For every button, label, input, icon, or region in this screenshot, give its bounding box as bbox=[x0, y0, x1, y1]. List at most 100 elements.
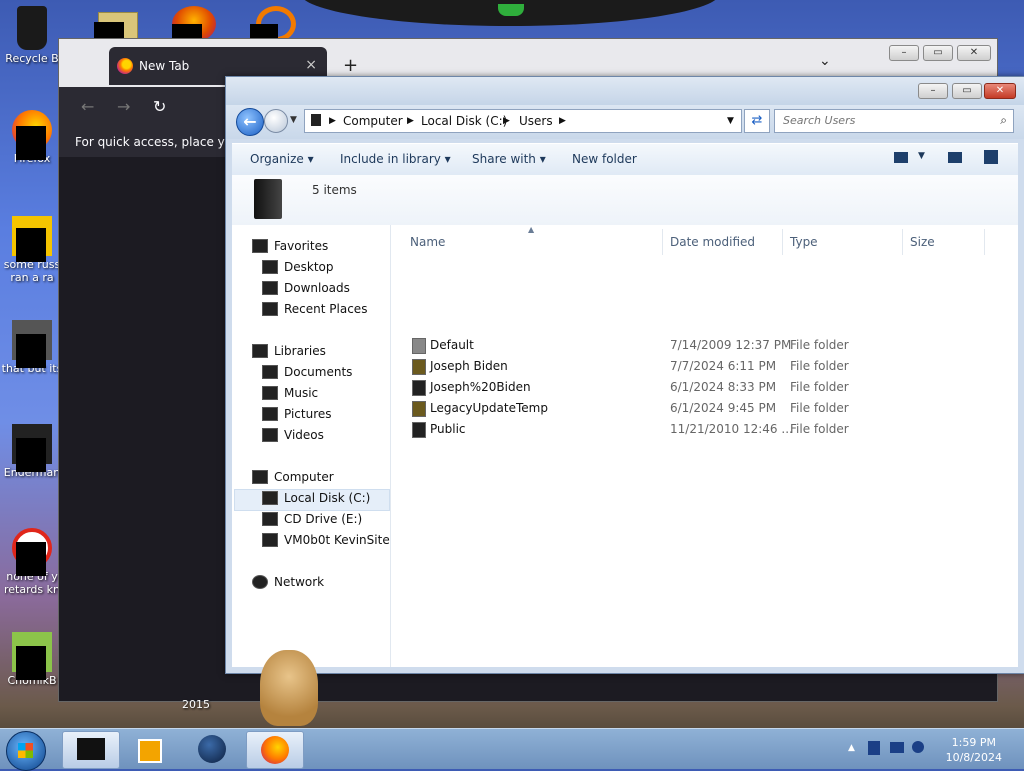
taskbar-globe-button[interactable] bbox=[186, 731, 242, 767]
taskbar-explorer-button[interactable] bbox=[62, 731, 120, 769]
desktop-icon bbox=[262, 260, 278, 274]
close-icon[interactable]: × bbox=[305, 57, 317, 73]
nav-videos[interactable]: Videos bbox=[262, 428, 324, 442]
breadcrumb-computer[interactable]: Computer bbox=[343, 114, 403, 128]
chevron-down-icon[interactable]: ⌄ bbox=[819, 53, 831, 69]
column-size[interactable]: Size bbox=[910, 235, 935, 249]
nav-recent-places[interactable]: Recent Places bbox=[262, 302, 367, 316]
row-date: 6/1/2024 8:33 PM bbox=[670, 380, 777, 394]
chevron-up-icon[interactable]: ▲ bbox=[848, 743, 855, 753]
details-header: 5 items bbox=[232, 175, 1018, 226]
network-icon[interactable] bbox=[890, 742, 904, 753]
taskbar: ▲ 1:59 PM 10/8/2024 bbox=[0, 728, 1024, 771]
folder-large-icon bbox=[254, 179, 282, 219]
chevron-right-icon[interactable]: ▶ bbox=[329, 116, 336, 126]
start-button[interactable] bbox=[6, 731, 46, 771]
forward-arrow-icon[interactable]: → bbox=[117, 97, 130, 116]
organize-button[interactable]: Organize ▾ bbox=[250, 152, 314, 166]
nav-documents[interactable]: Documents bbox=[262, 365, 352, 379]
new-tab-button[interactable]: + bbox=[343, 55, 358, 76]
item-count: 5 items bbox=[312, 183, 357, 197]
view-icon[interactable] bbox=[894, 152, 908, 163]
desktop-icon-recycle-bin[interactable]: Recycle B bbox=[0, 6, 64, 65]
action-center-icon[interactable] bbox=[868, 741, 880, 755]
recycle-bin-icon bbox=[17, 6, 47, 50]
chevron-right-icon[interactable]: ▶ bbox=[407, 116, 414, 126]
row-name: Joseph Biden bbox=[430, 359, 508, 373]
share-with-button[interactable]: Share with ▾ bbox=[472, 152, 546, 166]
table-row[interactable]: LegacyUpdateTemp 6/1/2024 9:45 PM File f… bbox=[410, 398, 850, 418]
sort-arrow-icon: ▲ bbox=[528, 225, 535, 234]
breadcrumb-users[interactable]: Users bbox=[519, 114, 553, 128]
column-divider[interactable] bbox=[782, 229, 783, 255]
table-row[interactable]: Public 11/21/2010 12:46 ... File folder bbox=[410, 419, 850, 439]
nav-network-drive[interactable]: VM0b0t KevinSite bbox=[262, 533, 390, 547]
table-row[interactable]: Joseph Biden 7/7/2024 6:11 PM File folde… bbox=[410, 356, 850, 376]
nav-desktop[interactable]: Desktop bbox=[262, 260, 334, 274]
maximize-button[interactable]: ▭ bbox=[923, 45, 953, 61]
nav-network[interactable]: Network bbox=[252, 575, 324, 589]
taskbar-firefox-button[interactable] bbox=[246, 731, 304, 769]
folder-icon bbox=[412, 380, 426, 396]
row-date: 11/21/2010 12:46 ... bbox=[670, 422, 793, 436]
column-name[interactable]: Name bbox=[410, 235, 445, 249]
taskbar-media-button[interactable] bbox=[124, 731, 180, 767]
help-icon[interactable] bbox=[984, 150, 998, 164]
chevron-down-icon[interactable]: ▼ bbox=[290, 115, 297, 125]
firefox-icon bbox=[117, 58, 133, 74]
column-date-modified[interactable]: Date modified bbox=[670, 235, 755, 249]
chevron-down-icon[interactable]: ▼ bbox=[918, 151, 925, 161]
nav-favorites[interactable]: Favorites bbox=[252, 239, 328, 253]
nav-cd-drive[interactable]: CD Drive (E:) bbox=[262, 512, 362, 526]
pictures-icon bbox=[262, 407, 278, 421]
maximize-button[interactable]: ▭ bbox=[952, 83, 982, 99]
chevron-right-icon[interactable]: ▶ bbox=[503, 116, 510, 126]
column-divider[interactable] bbox=[662, 229, 663, 255]
explorer-window: – ▭ ✕ ← ▼ ▶ Computer ▶ Local Disk (C:) ▶… bbox=[225, 76, 1024, 674]
reload-icon[interactable]: ↻ bbox=[153, 97, 166, 116]
nav-libraries[interactable]: Libraries bbox=[252, 344, 326, 358]
file-list: ▲ Name Date modified Type Size Default 7… bbox=[392, 225, 1018, 667]
close-button[interactable]: ✕ bbox=[957, 45, 991, 61]
include-in-library-button[interactable]: Include in library ▾ bbox=[340, 152, 451, 166]
chevron-down-icon[interactable]: ▼ bbox=[727, 116, 734, 126]
libraries-icon bbox=[252, 344, 268, 358]
forward-button[interactable] bbox=[264, 109, 288, 133]
preview-pane-icon[interactable] bbox=[948, 152, 962, 163]
chevron-right-icon[interactable]: ▶ bbox=[559, 116, 566, 126]
documents-icon bbox=[262, 365, 278, 379]
minimize-button[interactable]: – bbox=[889, 45, 919, 61]
search-icon[interactable]: ⌕ bbox=[1000, 113, 1007, 128]
bookmarks-hint: For quick access, place your bbox=[75, 135, 245, 149]
firefox-icon bbox=[261, 736, 289, 764]
column-type[interactable]: Type bbox=[790, 235, 818, 249]
row-name: Default bbox=[430, 338, 474, 352]
column-divider[interactable] bbox=[902, 229, 903, 255]
refresh-button[interactable]: ⇄ bbox=[744, 109, 770, 133]
minimize-button[interactable]: – bbox=[918, 83, 948, 99]
back-button[interactable]: ← bbox=[236, 108, 264, 136]
back-arrow-icon[interactable]: ← bbox=[81, 97, 94, 116]
nav-music[interactable]: Music bbox=[262, 386, 318, 400]
nav-downloads[interactable]: Downloads bbox=[262, 281, 350, 295]
table-row[interactable]: Default 7/14/2009 12:37 PM File folder bbox=[410, 335, 850, 355]
column-divider[interactable] bbox=[984, 229, 985, 255]
row-type: File folder bbox=[790, 359, 849, 373]
address-box[interactable]: ▶ Computer ▶ Local Disk (C:) ▶ Users ▶ ▼ bbox=[304, 109, 742, 133]
table-row[interactable]: Joseph%20Biden 6/1/2024 8:33 PM File fol… bbox=[410, 377, 850, 397]
recent-places-icon bbox=[262, 302, 278, 316]
nav-computer[interactable]: Computer bbox=[252, 470, 334, 484]
hamster-gadget-icon[interactable] bbox=[260, 650, 318, 726]
clock[interactable]: 1:59 PM 10/8/2024 bbox=[946, 735, 1002, 765]
search-input[interactable] bbox=[781, 113, 985, 128]
nav-pictures[interactable]: Pictures bbox=[262, 407, 332, 421]
redaction-box bbox=[16, 542, 46, 576]
explorer-title-bar: – ▭ ✕ bbox=[226, 77, 1024, 105]
volume-icon[interactable] bbox=[912, 741, 924, 753]
redaction-box bbox=[16, 126, 46, 160]
new-folder-button[interactable]: New folder bbox=[572, 152, 637, 166]
nav-local-disk[interactable]: Local Disk (C:) bbox=[262, 491, 370, 505]
breadcrumb-local-disk[interactable]: Local Disk (C:) bbox=[421, 114, 507, 128]
close-button[interactable]: ✕ bbox=[984, 83, 1016, 99]
search-box[interactable]: ⌕ bbox=[774, 109, 1014, 133]
